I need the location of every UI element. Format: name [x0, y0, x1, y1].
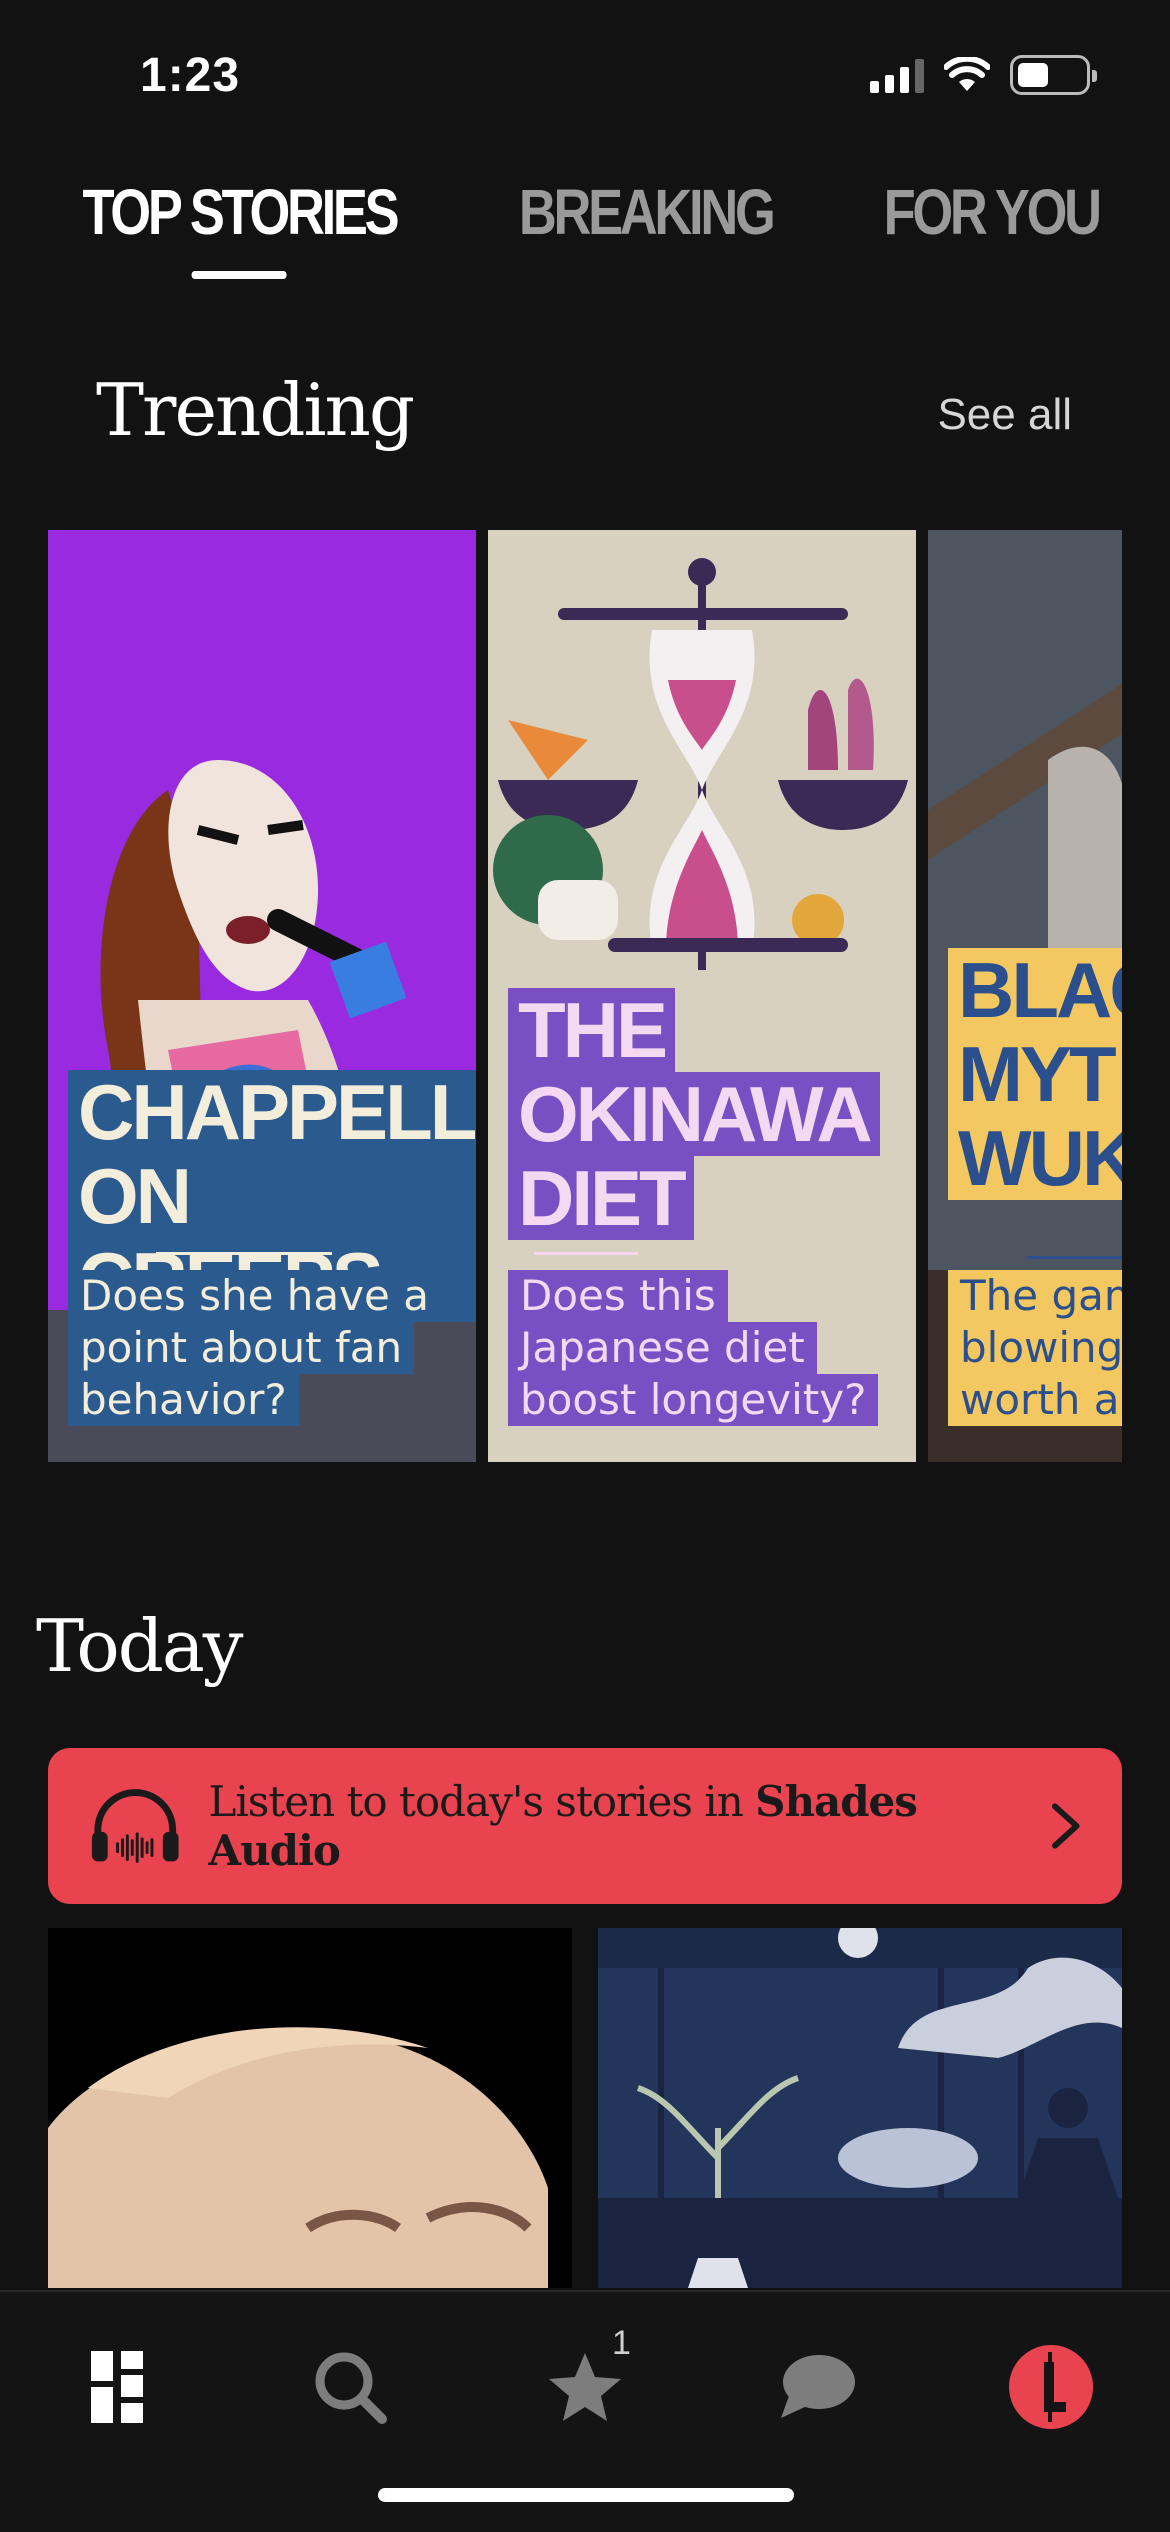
audio-banner-text: Listen to today's stories in Shades Audi…: [208, 1777, 917, 1875]
card-subtitle: Does this Japanese diet boost longevity?: [508, 1270, 879, 1426]
card-subtitle: The gam blowing worth a: [948, 1270, 1122, 1426]
trending-card-chappell[interactable]: CHAPPELL ON CREEPS Does she have a point…: [48, 530, 476, 1462]
card-headline: BLAC MYT WUK: [948, 948, 1122, 1200]
card-divider: [1028, 1256, 1122, 1259]
tab-top-stories[interactable]: TOP STORIES: [82, 175, 399, 279]
story-image-meditation: [598, 1928, 1122, 2288]
battery-icon: [1010, 55, 1097, 95]
card-subtitle: Does she have a point about fan behavior…: [68, 1270, 441, 1426]
headphones-icon: [91, 1789, 179, 1863]
top-tabs: TOP STORIES BREAKING FOR YOU: [0, 175, 1170, 279]
grid-home-icon: [91, 2351, 143, 2423]
home-indicator: [378, 2488, 794, 2502]
shades-audio-banner[interactable]: Listen to today's stories in Shades Audi…: [48, 1748, 1122, 1904]
trending-card-black-myth[interactable]: BLAC MYT WUK The gam blowing worth a: [928, 530, 1122, 1462]
story-image-face: [48, 1928, 572, 2288]
wifi-icon: [944, 57, 990, 91]
status-time: 1:23: [140, 49, 241, 102]
profile-logo-icon: [1009, 2345, 1093, 2429]
trending-carousel[interactable]: CHAPPELL ON CREEPS Does she have a point…: [48, 530, 1122, 1462]
tab-breaking[interactable]: BREAKING: [518, 175, 775, 279]
tab-for-you[interactable]: FOR YOU: [883, 175, 1101, 279]
nav-search[interactable]: [305, 2342, 395, 2432]
nav-profile[interactable]: [1006, 2342, 1096, 2432]
status-icons: [870, 55, 1097, 95]
nav-home[interactable]: [72, 2342, 162, 2432]
cellular-signal-icon: [870, 57, 924, 93]
search-icon: [315, 2352, 387, 2424]
today-story-tile-1[interactable]: [48, 1928, 572, 2288]
card-divider: [534, 1252, 638, 1255]
card-headline: THE OKINAWA DIET: [508, 988, 880, 1240]
nav-messages[interactable]: [772, 2342, 862, 2432]
today-story-tile-2[interactable]: [598, 1928, 1122, 2288]
chevron-right-icon: [1051, 1803, 1080, 1849]
trending-title: Trending: [96, 368, 415, 452]
chat-bubble-icon: [781, 2355, 855, 2418]
favorites-badge: 1: [612, 2324, 631, 2362]
today-title: Today: [36, 1604, 243, 1688]
trending-card-okinawa[interactable]: THE OKINAWA DIET Does this Japanese diet…: [488, 530, 916, 1462]
card-divider: [156, 1252, 332, 1255]
see-all-link[interactable]: See all: [937, 390, 1072, 440]
status-bar: 1:23: [0, 0, 1170, 150]
